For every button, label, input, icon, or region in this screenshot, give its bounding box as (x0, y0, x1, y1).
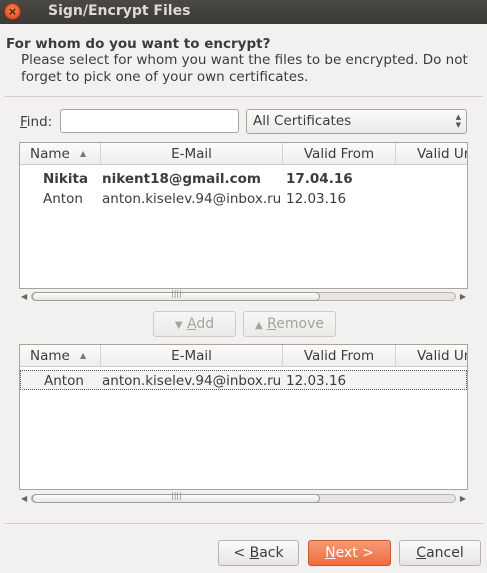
scroll-thumb[interactable]: |||| (32, 491, 320, 503)
close-icon: × (7, 5, 18, 18)
column-header-email[interactable]: E-Mail (101, 143, 283, 165)
cell-name: Anton (44, 373, 84, 389)
separator-top (4, 96, 483, 97)
table-header: Name ▲ E-Mail Valid From Valid Ur (20, 143, 467, 165)
sort-ascending-icon: ▲ (80, 351, 87, 360)
scroll-left-icon[interactable]: ◀ (21, 290, 27, 303)
close-window-button[interactable]: × (4, 3, 21, 20)
column-header-name[interactable]: Name ▲ (20, 143, 101, 165)
arrow-down-icon: ▼ (174, 320, 183, 331)
instructions-text: Please select for whom you want the file… (21, 52, 468, 85)
cell-name: Nikita (43, 171, 89, 187)
cell-valid-from: 17.04.16 (286, 171, 353, 187)
sort-ascending-icon: ▲ (80, 149, 87, 158)
cell-email: nikent18@gmail.com (102, 171, 261, 187)
find-label: Find: (20, 114, 53, 130)
scroll-right-icon[interactable]: ▶ (460, 492, 466, 505)
window-title: Sign/Encrypt Files (48, 3, 191, 19)
scroll-thumb[interactable]: |||| (32, 289, 320, 301)
cell-email: anton.kiselev.94@inbox.ru (102, 191, 282, 207)
page-heading: For whom do you want to encrypt? (6, 36, 271, 52)
cell-email: anton.kiselev.94@inbox.ru (102, 373, 282, 389)
scroll-track[interactable]: |||| (31, 491, 456, 503)
selected-table-hscrollbar[interactable]: ◀ |||| ▶ (19, 491, 468, 505)
scroll-track[interactable]: |||| (31, 289, 456, 301)
column-header-valid-until[interactable]: Valid Ur (396, 345, 467, 367)
selected-recipients-table[interactable]: Name ▲ E-Mail Valid From Valid Ur Anton … (19, 344, 468, 490)
table-row[interactable]: Anton anton.kiselev.94@inbox.ru 12.03.16 (20, 370, 467, 390)
find-input[interactable] (60, 109, 239, 133)
certificate-filter-combo[interactable]: All Certificates ▲ ▼ (246, 109, 467, 134)
table-row[interactable]: Nikita nikent18@gmail.com 17.04.16 (20, 169, 467, 189)
table-row[interactable]: Anton anton.kiselev.94@inbox.ru 12.03.16 (20, 189, 467, 209)
cell-valid-from: 12.03.16 (286, 191, 347, 207)
cell-valid-from: 12.03.16 (286, 373, 347, 389)
column-header-email[interactable]: E-Mail (101, 345, 283, 367)
cancel-button[interactable]: Cancel (399, 540, 481, 566)
back-button[interactable]: < Back (218, 540, 299, 566)
remove-button[interactable]: ▲ Remove (243, 311, 336, 337)
grip-icon: |||| (171, 491, 182, 500)
column-header-valid-from[interactable]: Valid From (283, 345, 396, 367)
scroll-left-icon[interactable]: ◀ (21, 492, 27, 505)
available-table-hscrollbar[interactable]: ◀ |||| ▶ (19, 289, 468, 303)
available-certificates-table[interactable]: Name ▲ E-Mail Valid From Valid Ur Nikita… (19, 142, 468, 289)
grip-icon: |||| (171, 289, 182, 298)
column-header-valid-until[interactable]: Valid Ur (396, 143, 467, 165)
next-button[interactable]: Next > (308, 540, 391, 566)
title-bar: × Sign/Encrypt Files (0, 0, 487, 24)
column-header-valid-from[interactable]: Valid From (283, 143, 396, 165)
table-header: Name ▲ E-Mail Valid From Valid Ur (20, 345, 467, 367)
cell-name: Anton (43, 191, 83, 207)
column-header-name[interactable]: Name ▲ (20, 345, 101, 367)
add-button[interactable]: ▼ Add (153, 311, 236, 337)
combo-arrows-icon: ▲ ▼ (455, 113, 461, 129)
filter-selected-value: All Certificates (253, 113, 352, 129)
separator-bottom (4, 523, 483, 524)
arrow-up-icon: ▲ (255, 320, 263, 331)
scroll-right-icon[interactable]: ▶ (460, 290, 466, 303)
